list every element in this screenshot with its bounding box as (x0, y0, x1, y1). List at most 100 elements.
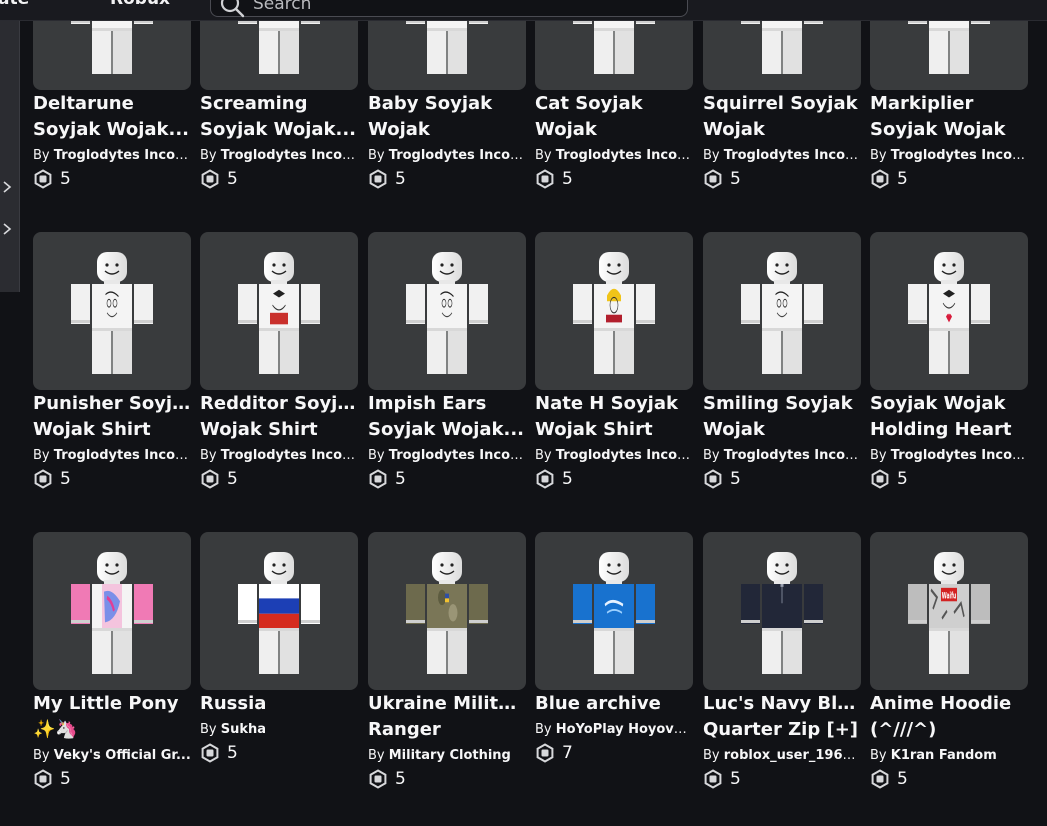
item-thumbnail[interactable] (200, 532, 358, 690)
item-name-line-1[interactable]: My Little Pony (33, 691, 191, 717)
item-name-line-1[interactable]: Anime Hoodie (870, 691, 1028, 717)
creator-name-link[interactable]: Troglodytes Incor... (891, 148, 1028, 163)
item-name-line-2[interactable]: Wojak (703, 117, 861, 143)
item-thumbnail[interactable] (33, 532, 191, 690)
creator-name-link[interactable]: Sukha (221, 722, 266, 737)
item-name-line-1[interactable]: Screaming (200, 91, 358, 117)
creator-name-link[interactable]: Military Clothing (389, 748, 511, 763)
item-thumbnail[interactable]: Waifu (870, 532, 1028, 690)
search-input[interactable] (253, 0, 673, 15)
search-box[interactable] (210, 0, 688, 18)
catalog-item-card[interactable]: Baby Soyjak Wojak By Troglodytes Incor... … (368, 0, 526, 190)
item-name-line-2[interactable]: Wojak Shirt (33, 417, 191, 443)
robux-icon (201, 743, 219, 763)
item-name-line-1[interactable]: Soyjak Wojak (870, 391, 1028, 417)
catalog-item-card[interactable]: Russia By Sukha 5 (200, 532, 358, 764)
item-name-line-1[interactable]: Redditor Soyjak (200, 391, 358, 417)
item-name-line-1[interactable]: Punisher Soyjak (33, 391, 191, 417)
catalog-item-card[interactable]: Nate H Soyjak Wojak Shirt By Troglodytes I… (535, 232, 693, 490)
creator-name-link[interactable]: Troglodytes Incor... (54, 448, 191, 463)
robux-icon (34, 469, 52, 489)
creator-name-link[interactable]: Troglodytes Incor... (389, 448, 526, 463)
catalog-item-card[interactable]: Punisher Soyjak Wojak Shirt By Troglodytes… (33, 232, 191, 490)
creator-name-link[interactable]: Troglodytes Incor... (724, 448, 861, 463)
item-thumbnail[interactable] (703, 532, 861, 690)
chevron-right-icon[interactable] (1, 181, 13, 193)
catalog-item-card[interactable]: Ukraine Military Ranger By Military Clothi… (368, 532, 526, 790)
item-name-line-2[interactable]: Wojak (535, 117, 693, 143)
item-name-line-1[interactable]: Baby Soyjak (368, 91, 526, 117)
creator-name-link[interactable]: Troglodytes Incor... (556, 448, 693, 463)
item-creator: By Sukha (200, 718, 358, 742)
item-thumbnail[interactable] (535, 232, 693, 390)
price-value: 5 (227, 743, 238, 763)
catalog-item-card[interactable]: Blue archive By HoYoPlay Hoyove... 7 (535, 532, 693, 764)
item-name-line-2[interactable]: Wojak (703, 417, 861, 443)
creator-name-link[interactable]: Veky's Official Gr... (54, 748, 191, 763)
creator-name-link[interactable]: Troglodytes Incor... (724, 148, 861, 163)
item-price: 5 (33, 168, 191, 190)
item-name-line-2[interactable]: Holding Heart (870, 417, 1028, 443)
item-thumbnail[interactable] (368, 232, 526, 390)
catalog-item-card[interactable]: Smiling Soyjak Wojak By Troglodytes Incor.… (703, 232, 861, 490)
creator-by-label: By (368, 748, 389, 763)
creator-name-link[interactable]: HoYoPlay Hoyove... (556, 722, 693, 737)
creator-name-link[interactable]: Troglodytes Incor... (891, 448, 1028, 463)
item-thumbnail[interactable] (368, 532, 526, 690)
catalog-item-card[interactable]: Screaming Soyjak Wojak... By Troglodytes I… (200, 0, 358, 190)
creator-name-link[interactable]: Troglodytes Incor... (54, 148, 191, 163)
creator-name-link[interactable]: Troglodytes Incor... (556, 148, 693, 163)
creator-name-link[interactable]: Troglodytes Incor... (221, 448, 358, 463)
catalog-item-card[interactable]: Deltarune Soyjak Wojak... By Troglodytes I… (33, 0, 191, 190)
item-name-line-2[interactable]: Soyjak Wojak... (33, 117, 191, 143)
item-name-line-2[interactable]: Quarter Zip [+] (703, 717, 861, 743)
item-name-line-1[interactable]: Squirrel Soyjak (703, 91, 861, 117)
item-thumbnail[interactable] (200, 232, 358, 390)
catalog-item-card[interactable]: Markiplier Soyjak Wojak By Troglodytes Inc… (870, 0, 1028, 190)
item-price: 7 (535, 742, 693, 764)
item-name-line-1[interactable]: Cat Soyjak (535, 91, 693, 117)
chevron-right-icon[interactable] (1, 223, 13, 235)
item-name-line-1[interactable]: Blue archive (535, 691, 693, 717)
item-name-line-2[interactable]: Wojak Shirt (200, 417, 358, 443)
item-name-line-2[interactable]: Soyjak Wojak... (200, 117, 358, 143)
creator-name-link[interactable]: K1ran Fandom (891, 748, 997, 763)
item-name-line-2[interactable]: Soyjak Wojak... (368, 417, 526, 443)
item-name-line-2[interactable]: ✨🦄 (33, 717, 191, 743)
item-name-line-1[interactable]: Markiplier (870, 91, 1028, 117)
item-name-line-2[interactable]: Wojak (368, 117, 526, 143)
item-name-line-1[interactable]: Impish Ears (368, 391, 526, 417)
creator-name-link[interactable]: Troglodytes Incor... (221, 148, 358, 163)
catalog-item-card[interactable]: Impish Ears Soyjak Wojak... By Troglodytes… (368, 232, 526, 490)
item-name-line-1[interactable]: Smiling Soyjak (703, 391, 861, 417)
catalog-item-card[interactable]: Soyjak Wojak Holding Heart By Troglodytes … (870, 232, 1028, 490)
item-thumbnail[interactable] (703, 232, 861, 390)
item-thumbnail[interactable] (535, 532, 693, 690)
svg-text:Waifu: Waifu (942, 591, 957, 601)
item-name-line-1[interactable]: Deltarune (33, 91, 191, 117)
item-thumbnail[interactable] (870, 232, 1028, 390)
catalog-item-card[interactable]: Cat Soyjak Wojak By Troglodytes Incor... 5 (535, 0, 693, 190)
item-creator: By Military Clothing (368, 744, 526, 768)
item-thumbnail[interactable] (33, 232, 191, 390)
creator-name-link[interactable]: roblox_user_1968... (724, 748, 861, 763)
catalog-item-card[interactable]: Luc's Navy Blue Quarter Zip [+] By roblox_… (703, 532, 861, 790)
catalog-item-card[interactable]: Redditor Soyjak Wojak Shirt By Troglodytes… (200, 232, 358, 490)
catalog-item-card[interactable]: My Little Pony ✨🦄 By Veky's Official Gr...… (33, 532, 191, 790)
item-name-line-1[interactable]: Ukraine Military (368, 691, 526, 717)
item-name-line-2[interactable]: Wojak Shirt (535, 417, 693, 443)
item-name-line-2[interactable]: Ranger (368, 717, 526, 743)
price-value: 5 (562, 169, 573, 189)
catalog-item-card[interactable]: Squirrel Soyjak Wojak By Troglodytes Incor… (703, 0, 861, 190)
creator-name-link[interactable]: Troglodytes Incor... (389, 148, 526, 163)
item-price: 5 (870, 768, 1028, 790)
item-name-line-1[interactable]: Luc's Navy Blue (703, 691, 861, 717)
item-name-line-2[interactable]: (^///^) (870, 717, 1028, 743)
catalog-item-card[interactable]: Waifu Anime Hoodie (^///^) By K1ran Fandom… (870, 532, 1028, 790)
item-name-line-1[interactable]: Russia (200, 691, 358, 717)
nav-link-robux[interactable]: Robux (110, 0, 170, 9)
item-name-line-1[interactable]: Nate H Soyjak (535, 391, 693, 417)
nav-link-create[interactable]: ate (0, 0, 29, 9)
item-price: 5 (535, 168, 693, 190)
item-name-line-2[interactable]: Soyjak Wojak (870, 117, 1028, 143)
